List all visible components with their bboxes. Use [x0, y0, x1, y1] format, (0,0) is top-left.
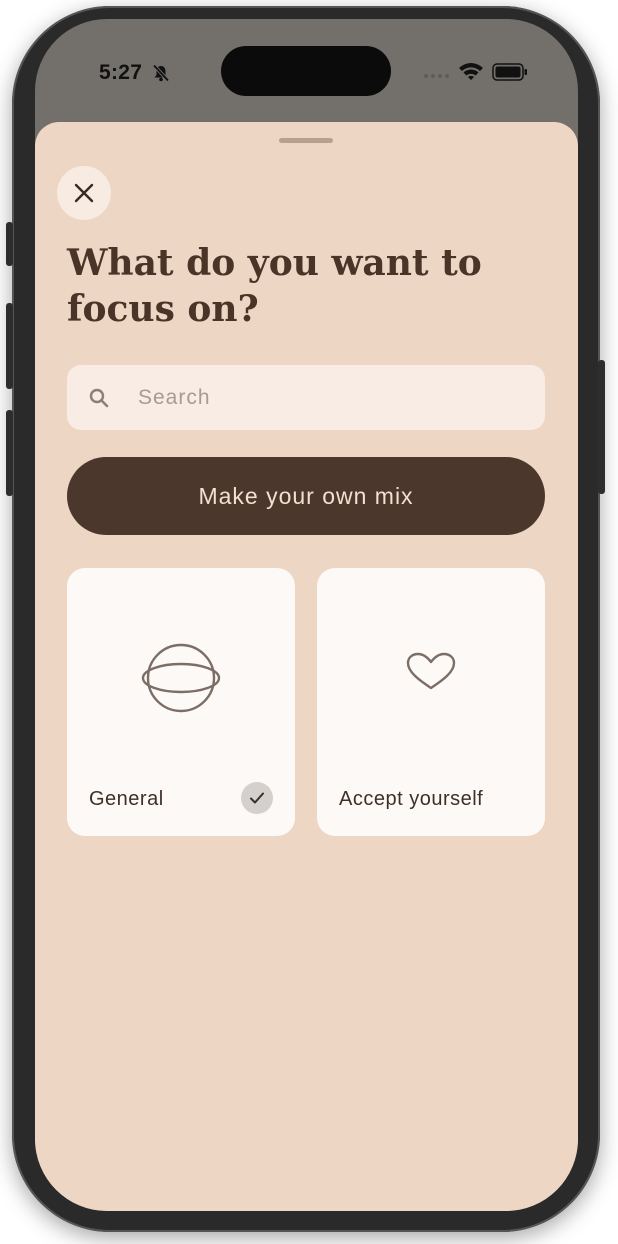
- battery-icon: [492, 63, 527, 81]
- search-icon: [89, 388, 109, 407]
- card-label: Accept yourself: [339, 788, 484, 810]
- page-title: What do you want to focus on?: [67, 242, 482, 330]
- close-icon: [74, 183, 94, 203]
- make-your-own-mix-button[interactable]: Make your own mix: [67, 457, 545, 535]
- status-time: 5:27: [99, 61, 143, 84]
- heart-icon: [406, 652, 456, 690]
- bottom-sheet: What do you want to focus on? Make your …: [35, 122, 578, 1211]
- power-button: [598, 360, 605, 494]
- planet-icon: [141, 643, 221, 713]
- sheet-grabber[interactable]: [279, 138, 333, 143]
- card-label: General: [89, 788, 164, 810]
- focus-card-general[interactable]: General: [67, 568, 295, 836]
- volume-up-button: [6, 303, 13, 389]
- selected-badge: [241, 782, 273, 814]
- search-bar[interactable]: [67, 365, 545, 430]
- wifi-icon: [459, 63, 483, 80]
- focus-card-accept-yourself[interactable]: Accept yourself: [317, 568, 545, 836]
- dynamic-island: [221, 46, 391, 96]
- search-input[interactable]: [136, 384, 520, 411]
- checkmark-icon: [250, 792, 264, 804]
- action-button: [6, 222, 13, 266]
- volume-down-button: [6, 410, 13, 496]
- signal-icon: [424, 74, 449, 78]
- bell-slash-icon: [152, 64, 170, 82]
- close-button[interactable]: [57, 166, 111, 220]
- make-your-own-mix-label: Make your own mix: [198, 482, 414, 509]
- screen: 5:27 What do you want to focus on? Searc…: [35, 19, 578, 1211]
